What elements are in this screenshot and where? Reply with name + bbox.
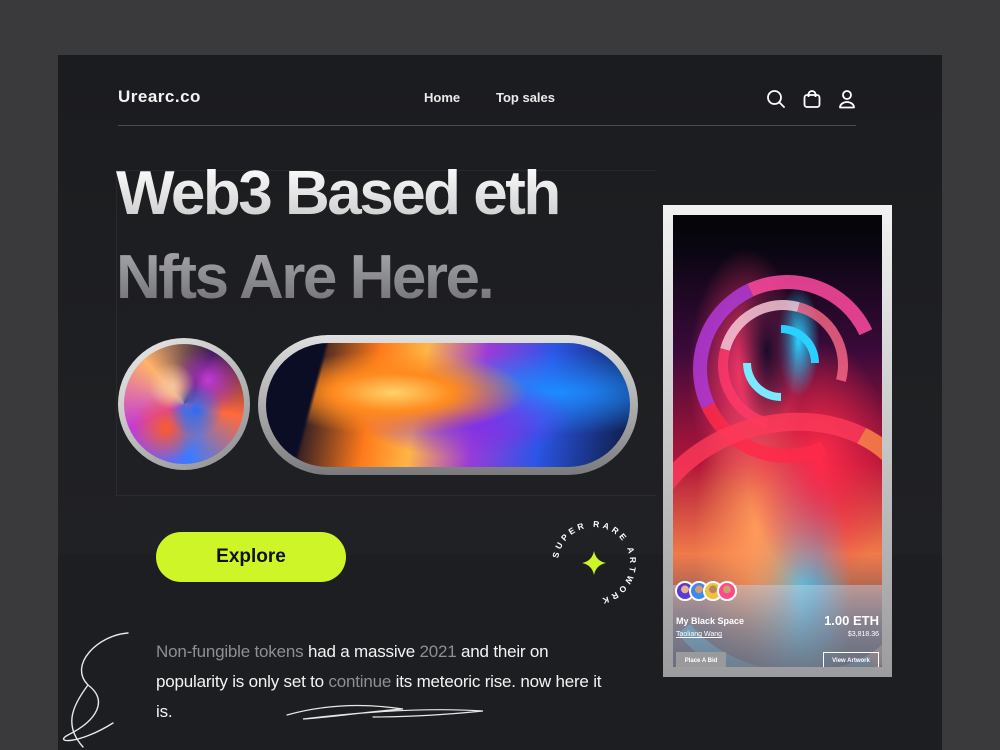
- sparkle-icon: [582, 551, 606, 575]
- guide-line: [116, 495, 656, 496]
- desc-highlight: 2021: [419, 642, 457, 661]
- nft-price: 1.00 ETH: [824, 613, 879, 628]
- desc-highlight: Non-fungible tokens: [156, 642, 304, 661]
- desc-highlight: continue: [328, 672, 392, 691]
- bag-icon[interactable]: [801, 88, 823, 110]
- abstract-art-image: [124, 344, 244, 464]
- scribble-underline: [283, 695, 503, 725]
- avatar[interactable]: [717, 581, 737, 601]
- nft-title: My Black Space: [676, 616, 745, 626]
- art-thumbnail-pill[interactable]: [258, 335, 638, 475]
- search-icon[interactable]: [765, 88, 787, 110]
- signature-doodle: [58, 625, 138, 750]
- art-thumbnail-circle[interactable]: [118, 338, 250, 470]
- nft-card[interactable]: My Black Space Taoliang Wang 1.00 ETH $3…: [663, 205, 892, 677]
- hero-heading-line2: Nfts Are Here.: [116, 243, 495, 312]
- nav-home-link[interactable]: Home: [424, 90, 460, 105]
- page-frame: Urearc.co Home Top sales Web3 Based eth …: [58, 55, 942, 750]
- nft-artwork-image: My Black Space Taoliang Wang 1.00 ETH $3…: [673, 215, 882, 667]
- brand-logo[interactable]: Urearc.co: [118, 87, 201, 107]
- view-artwork-button[interactable]: View Artwork: [823, 652, 879, 667]
- hero-heading-line1: Web3 Based eth: [116, 159, 561, 228]
- owner-avatars[interactable]: [675, 581, 737, 601]
- abstract-art-image: [266, 343, 630, 467]
- user-icon[interactable]: [836, 88, 858, 110]
- explore-button[interactable]: Explore: [156, 532, 346, 582]
- desc-text: had a massive: [303, 642, 420, 661]
- place-bid-button[interactable]: Place A Bid: [676, 652, 726, 667]
- nft-author-link[interactable]: Taoliang Wang: [676, 631, 722, 638]
- super-rare-artwork-badge: SUPER RARE ARTWORK: [544, 513, 644, 613]
- nav-divider: [118, 125, 856, 126]
- nav-top-sales-link[interactable]: Top sales: [496, 90, 555, 105]
- nft-usd-price: $3,818.36: [847, 631, 879, 638]
